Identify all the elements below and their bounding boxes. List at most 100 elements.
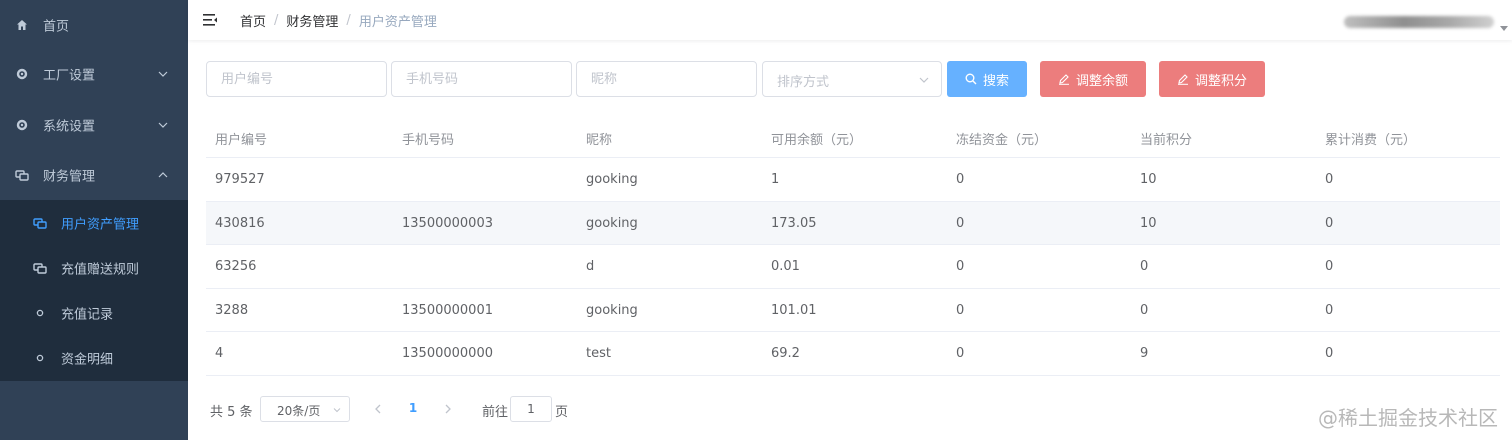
table-row[interactable]: 430816 13500000003 gooking 173.05 0 10 0 — [206, 201, 1500, 245]
column-header: 手机号码 — [402, 133, 455, 148]
gear-icon — [15, 67, 29, 81]
cell-frozen: 0 — [956, 259, 965, 274]
sidebar-item-label: 资金明细 — [61, 352, 114, 367]
sidebar-item-label: 充值记录 — [61, 307, 114, 322]
cell-consumption: 0 — [1325, 172, 1334, 187]
dot-icon — [33, 306, 47, 320]
sidebar-item-label: 系统设置 — [43, 119, 96, 135]
sort-select[interactable]: 排序方式 — [762, 61, 942, 97]
page-size-value: 20条/页 — [277, 404, 321, 418]
sidebar-item-factory-settings[interactable]: 工厂设置 — [0, 49, 188, 99]
watermark: @稀土掘金技术社区 — [1318, 406, 1498, 430]
sidebar-item-recharge-records[interactable]: 充值记录 — [0, 290, 188, 335]
sidebar-item-user-assets[interactable]: 用户资产管理 — [0, 200, 188, 245]
table-header: 用户编号 手机号码 昵称 可用余额（元） 冻结资金（元） 当前积分 累计消费（元… — [206, 116, 1500, 158]
home-icon — [15, 18, 29, 32]
cell-phone: 13500000000 — [402, 346, 493, 361]
cell-nickname: d — [586, 259, 595, 274]
breadcrumb-finance[interactable]: 财务管理 — [286, 11, 338, 30]
money-icon — [33, 216, 47, 230]
cell-frozen: 0 — [956, 346, 965, 361]
caret-down-icon[interactable] — [1500, 24, 1508, 32]
cell-consumption: 0 — [1325, 346, 1334, 361]
pagination: 共 5 条 20条/页 1 前往 页 — [210, 396, 610, 422]
adjust-points-button[interactable]: 调整积分 — [1159, 61, 1265, 97]
cell-frozen: 0 — [956, 302, 965, 318]
chevron-up-icon — [158, 172, 168, 178]
search-icon — [965, 73, 977, 85]
breadcrumb: 首页 / 财务管理 / 用户资产管理 — [240, 11, 437, 30]
cell-consumption: 0 — [1325, 215, 1334, 231]
cell-points: 10 — [1140, 172, 1157, 187]
column-header: 冻结资金（元） — [956, 133, 1048, 148]
cell-nickname: gooking — [586, 172, 638, 187]
sidebar-item-recharge-rules[interactable]: 充值赠送规则 — [0, 245, 188, 290]
adjust-balance-button[interactable]: 调整余额 — [1040, 61, 1146, 97]
search-button-label: 搜索 — [982, 73, 1009, 89]
hamburger-icon[interactable] — [202, 12, 218, 28]
next-page-icon[interactable] — [440, 401, 456, 417]
chevron-down-icon — [158, 71, 168, 77]
user-menu-blurred[interactable] — [1344, 16, 1494, 28]
table-row[interactable]: 4 13500000000 test 69.2 0 9 0 — [206, 332, 1500, 376]
table-row[interactable]: 979527 gooking 1 0 10 0 — [206, 158, 1500, 202]
sidebar-item-finance[interactable]: 财务管理 — [0, 150, 188, 200]
sidebar-item-label: 用户资产管理 — [61, 217, 140, 232]
sidebar-item-home[interactable]: 首页 — [0, 0, 188, 50]
top-navbar: 首页 / 财务管理 / 用户资产管理 — [188, 0, 1512, 40]
sidebar-item-system-settings[interactable]: 系统设置 — [0, 100, 188, 150]
cell-nickname: gooking — [586, 302, 638, 318]
column-header: 当前积分 — [1140, 133, 1193, 148]
page-number-current[interactable]: 1 — [406, 401, 420, 415]
breadcrumb-separator: / — [346, 13, 351, 28]
edit-icon — [1177, 74, 1188, 85]
column-header: 用户编号 — [215, 133, 268, 148]
nickname-input[interactable] — [576, 61, 757, 97]
column-header: 昵称 — [586, 133, 613, 148]
table-row[interactable]: 63256 d 0.01 0 0 0 — [206, 245, 1500, 289]
cell-user-id: 3288 — [215, 302, 249, 318]
cell-points: 9 — [1140, 346, 1149, 361]
sidebar-item-fund-details[interactable]: 资金明细 — [0, 335, 188, 380]
cell-points: 0 — [1140, 302, 1149, 318]
cell-consumption: 0 — [1325, 302, 1334, 318]
column-header: 累计消费（元） — [1325, 133, 1417, 148]
cell-nickname: gooking — [586, 215, 638, 231]
finance-submenu: 用户资产管理 充值赠送规则 充值记录 资金明细 — [0, 200, 188, 381]
dot-icon — [33, 351, 47, 365]
column-header: 可用余额（元） — [771, 133, 863, 148]
cell-points: 0 — [1140, 259, 1149, 274]
money-icon — [33, 261, 47, 275]
goto-unit-label: 页 — [555, 405, 569, 420]
breadcrumb-current: 用户资产管理 — [358, 15, 437, 30]
search-button[interactable]: 搜索 — [947, 61, 1027, 97]
cell-user-id: 979527 — [215, 172, 265, 187]
cell-balance: 101.01 — [771, 302, 817, 318]
table-row[interactable]: 3288 13500000001 gooking 101.01 0 0 0 — [206, 289, 1500, 332]
sidebar-item-label: 财务管理 — [43, 169, 96, 185]
cell-user-id: 4 — [215, 346, 224, 361]
user-id-input[interactable] — [206, 61, 387, 97]
cell-phone: 13500000003 — [402, 215, 493, 231]
cell-balance: 173.05 — [771, 215, 817, 231]
adjust-points-label: 调整积分 — [1194, 73, 1247, 89]
sidebar-item-label: 工厂设置 — [43, 68, 96, 84]
chevron-down-icon — [333, 408, 341, 413]
money-icon — [15, 168, 29, 182]
breadcrumb-home[interactable]: 首页 — [240, 11, 266, 30]
cell-frozen: 0 — [956, 215, 965, 231]
sidebar: 首页 工厂设置 系统设置 财务管理 用户资产管理 充值赠送规则 充值记录 资金明… — [0, 0, 188, 440]
page-size-select[interactable]: 20条/页 — [260, 396, 350, 422]
chevron-down-icon — [158, 122, 168, 128]
cell-nickname: test — [586, 346, 611, 361]
edit-icon — [1058, 74, 1069, 85]
goto-page-input[interactable] — [510, 396, 552, 422]
breadcrumb-separator: / — [274, 13, 279, 28]
prev-page-icon[interactable] — [370, 401, 386, 417]
sort-select-placeholder: 排序方式 — [777, 75, 830, 90]
cell-points: 10 — [1140, 215, 1157, 231]
phone-input[interactable] — [391, 61, 572, 97]
cell-frozen: 0 — [956, 172, 965, 187]
goto-label: 前往 — [482, 405, 509, 420]
chevron-down-icon — [919, 77, 929, 83]
